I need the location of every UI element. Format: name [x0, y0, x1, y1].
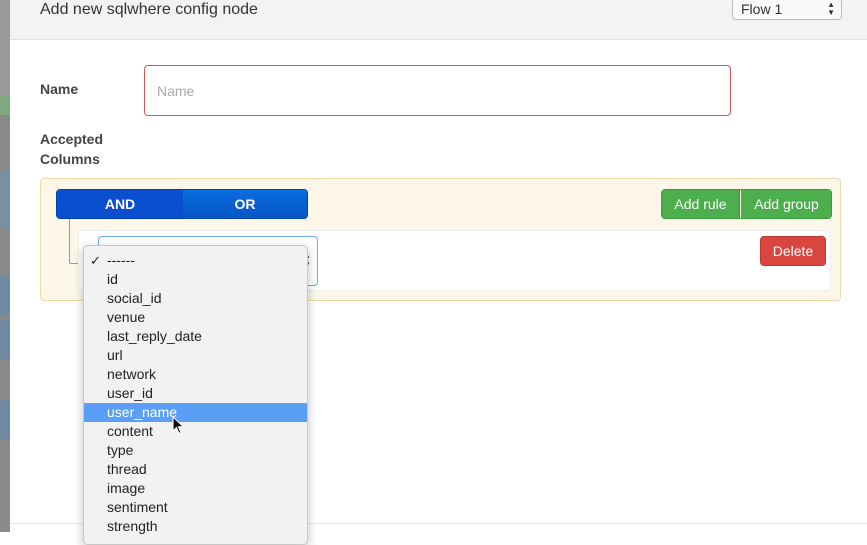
background-app-strip — [0, 0, 10, 532]
and-button[interactable]: AND — [57, 190, 183, 218]
dropdown-option[interactable]: venue — [84, 308, 307, 327]
dialog-title: Add new sqlwhere config node — [40, 1, 258, 18]
dropdown-option-label: thread — [107, 461, 147, 477]
dropdown-option-label: type — [107, 442, 134, 458]
dropdown-option[interactable]: content — [84, 422, 307, 441]
accepted-columns-label-line2: Columns — [40, 151, 100, 167]
dropdown-option[interactable]: strength — [84, 517, 307, 536]
dropdown-option[interactable]: social_id — [84, 289, 307, 308]
field-dropdown-list: ✓ ------ id social_idvenue last_reply_dateur… — [83, 245, 308, 545]
dropdown-option[interactable]: ✓ ------ — [84, 251, 307, 270]
add-buttons-group: Add rule Add group — [661, 189, 832, 219]
dropdown-option-label: venue — [107, 309, 146, 325]
accepted-columns-label-line1: Accepted — [40, 131, 104, 147]
dialog-titlebar: Add new sqlwhere config node Flow 1 ▲ ▼ — [10, 0, 867, 40]
dropdown-option[interactable]: user_name — [84, 403, 307, 422]
and-or-toggle: AND OR — [56, 189, 308, 219]
name-label: Name — [40, 81, 79, 97]
dropdown-option-label: id — [107, 271, 118, 287]
dropdown-option[interactable]: network — [84, 365, 307, 384]
dropdown-option[interactable]: image — [84, 479, 307, 498]
dropdown-option-label: image — [107, 480, 146, 496]
dropdown-option[interactable]: last_reply_date — [84, 327, 307, 346]
select-arrows-icon: ▲▼ — [827, 0, 835, 17]
dropdown-option-label: user_name — [107, 404, 178, 420]
mouse-pointer-icon — [172, 416, 185, 435]
flow-select-value: Flow 1 — [741, 1, 783, 17]
dropdown-option-label: last_reply_date — [107, 328, 202, 344]
delete-rule-button[interactable]: Delete — [760, 236, 826, 266]
dropdown-option[interactable]: user_id — [84, 384, 307, 403]
name-input[interactable] — [144, 65, 731, 116]
dropdown-option-label: sentiment — [107, 499, 168, 515]
flow-select[interactable]: Flow 1 ▲ ▼ — [732, 0, 842, 20]
dropdown-option-label: social_id — [107, 290, 162, 306]
dropdown-option[interactable]: type — [84, 441, 307, 460]
dropdown-option[interactable]: url — [84, 346, 307, 365]
dropdown-option[interactable]: sentiment — [84, 498, 307, 517]
dropdown-option-label: url — [107, 347, 123, 363]
dropdown-option-label: user_id — [107, 385, 153, 401]
dropdown-option[interactable]: thread — [84, 460, 307, 479]
checkmark-icon: ✓ — [90, 253, 101, 268]
dropdown-option-label: ------ — [107, 252, 135, 268]
dropdown-option-label: content — [107, 423, 153, 439]
dropdown-option[interactable]: id — [84, 270, 307, 289]
or-button[interactable]: OR — [183, 190, 307, 218]
dropdown-option-label: network — [107, 366, 157, 382]
add-group-button[interactable]: Add group — [741, 190, 831, 218]
accepted-columns-label: Accepted Columns — [40, 129, 103, 169]
add-rule-button[interactable]: Add rule — [662, 190, 740, 218]
